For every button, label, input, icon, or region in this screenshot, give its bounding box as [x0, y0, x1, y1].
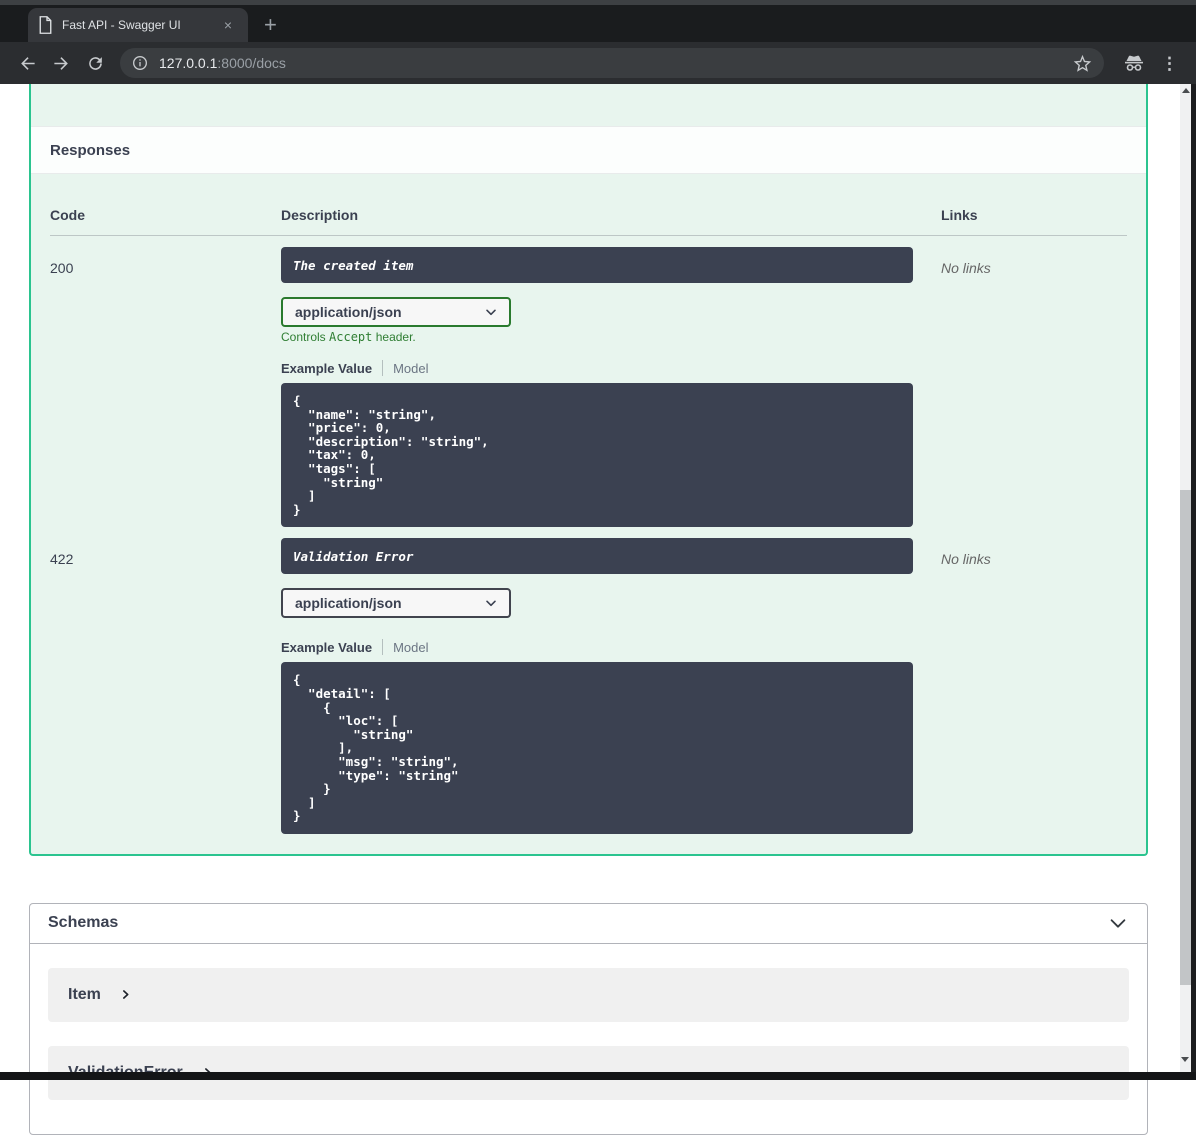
responses-title: Responses: [50, 141, 131, 159]
url-bar[interactable]: 127.0.0.1:8000/docs: [120, 48, 1104, 78]
new-tab-button[interactable]: +: [264, 14, 277, 36]
tab-separator: [382, 360, 384, 376]
bookmark-star-icon[interactable]: [1073, 54, 1092, 73]
responses-table: Code Description Links 200 The created i…: [31, 174, 1146, 854]
response-description-box: Validation Error: [281, 538, 913, 575]
response-description-cell: Validation Error application/json Exampl…: [281, 538, 941, 834]
page-icon: [39, 16, 52, 34]
example-json: { "name": "string", "price": 0, "descrip…: [293, 393, 489, 517]
controls-accept-hint: Controls Accept header.: [281, 330, 941, 344]
chevron-down-icon: [486, 309, 496, 316]
scrollbar-thumb[interactable]: [1180, 490, 1191, 985]
scroll-up-arrow-icon[interactable]: [1181, 88, 1190, 93]
opblock-spacer: [31, 84, 1146, 126]
response-row-422: 422 Validation Error application/json Ex…: [50, 527, 1127, 834]
schemas-body: Item ValidationError: [30, 944, 1147, 1134]
chevron-right-icon: [122, 990, 129, 1000]
media-type-value: application/json: [295, 304, 402, 320]
schemas-header[interactable]: Schemas: [30, 904, 1147, 944]
schemas-section: Schemas Item ValidationError: [29, 902, 1148, 1135]
url-path: :8000/docs: [217, 55, 286, 71]
response-links: No links: [941, 551, 991, 568]
schemas-title: Schemas: [48, 914, 119, 932]
tab-example-value[interactable]: Example Value: [281, 640, 372, 655]
post-opblock: Responses Code Description Links 200 The…: [29, 84, 1148, 856]
browser-menu-icon[interactable]: ⋮: [1161, 55, 1178, 72]
tab-example-value[interactable]: Example Value: [281, 361, 372, 376]
col-header-links: Links: [941, 194, 1127, 236]
window-bottom-edge: [0, 1072, 1196, 1080]
media-type-select[interactable]: application/json: [281, 297, 511, 327]
response-code: 200: [50, 260, 74, 276]
response-code: 422: [50, 551, 74, 568]
swagger-page: Responses Code Description Links 200 The…: [0, 84, 1180, 1135]
response-row-200: 200 The created item application/json Co…: [50, 236, 1127, 528]
page-scrollbar[interactable]: [1180, 84, 1191, 1072]
response-description-box: The created item: [281, 247, 913, 283]
reload-icon: [88, 56, 102, 70]
tab-close-icon[interactable]: ×: [218, 15, 238, 35]
forward-button[interactable]: [44, 46, 78, 80]
response-description-cell: The created item application/json Contro…: [281, 247, 941, 528]
site-info-icon[interactable]: [132, 55, 148, 71]
example-json: { "detail": [ { "loc": [ "string" ], "ms…: [293, 672, 459, 824]
tab-separator: [382, 639, 384, 656]
tab-model[interactable]: Model: [393, 361, 428, 376]
col-header-description: Description: [281, 194, 941, 236]
schema-item-row[interactable]: Item: [48, 967, 1129, 1022]
back-button[interactable]: [10, 46, 44, 80]
example-code-block: { "name": "string", "price": 0, "descrip…: [281, 383, 913, 528]
scroll-down-arrow-icon[interactable]: [1181, 1057, 1189, 1062]
response-links: No links: [941, 260, 991, 276]
responses-table-headers: Code Description Links: [50, 194, 1127, 236]
tab-bar: Fast API - Swagger UI × + ✕: [0, 5, 1196, 42]
chevron-down-icon[interactable]: [1107, 912, 1129, 934]
browser-toolbar: 127.0.0.1:8000/docs ⋮: [0, 42, 1196, 84]
tab-model[interactable]: Model: [393, 640, 428, 655]
hint-prefix: Controls: [281, 330, 330, 344]
incognito-icon: [1125, 55, 1143, 71]
browser-tab[interactable]: Fast API - Swagger UI ×: [28, 8, 248, 42]
forward-icon: [53, 56, 68, 70]
col-header-code: Code: [50, 194, 281, 236]
hint-suffix: header.: [372, 330, 416, 344]
schema-name: Item: [68, 985, 101, 1003]
window-right-edge: [1191, 84, 1196, 1080]
example-code-block: { "detail": [ { "loc": [ "string" ], "ms…: [281, 662, 913, 834]
chevron-down-icon: [486, 600, 496, 607]
reload-button[interactable]: [78, 46, 112, 80]
media-type-value: application/json: [295, 595, 402, 612]
hint-accept: Accept: [329, 330, 373, 344]
example-model-tabs: Example Value Model: [281, 639, 941, 656]
example-model-tabs: Example Value Model: [281, 360, 941, 376]
media-type-select[interactable]: application/json: [281, 588, 511, 619]
responses-header: Responses: [31, 126, 1146, 174]
back-icon: [20, 56, 35, 70]
browser-chrome: Fast API - Swagger UI × + ✕ 127.0.0.1:80…: [0, 0, 1196, 84]
tab-title: Fast API - Swagger UI: [62, 18, 181, 32]
url-host: 127.0.0.1: [159, 55, 218, 71]
